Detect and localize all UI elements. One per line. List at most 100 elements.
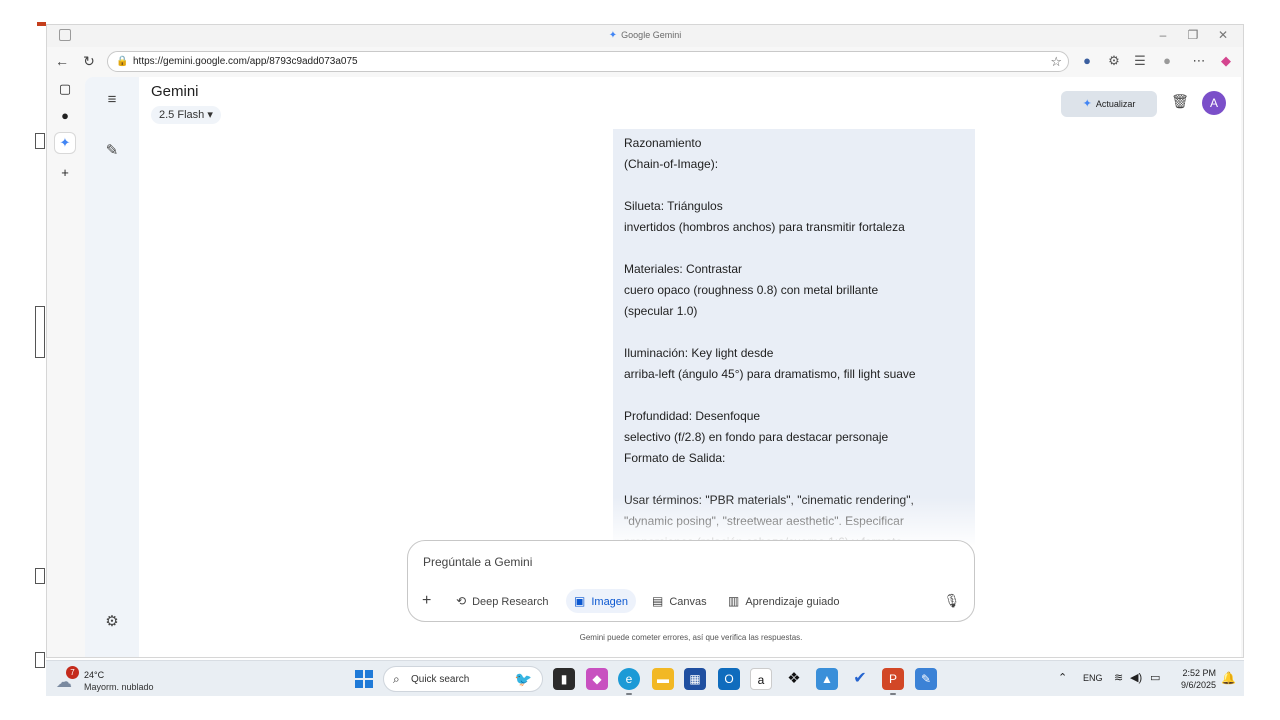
temperature: 24°C <box>84 670 105 680</box>
back-icon[interactable]: ← <box>53 53 71 69</box>
screen: ✦ Google Gemini – ❐ ✕ ← ↻ 🔒 https://gemin… <box>0 0 1280 720</box>
more-menu-icon[interactable]: ⋯ <box>1190 53 1208 69</box>
profile-icon[interactable]: ● <box>1158 53 1176 68</box>
gemini-app: ≡ ✎ ⚙ Gemini 2.5 Flash ▾ ✦ Actualizar 🗑 A… <box>85 77 1241 657</box>
response-line <box>624 175 969 196</box>
image-label: Imagen <box>591 596 629 608</box>
deep-research-button[interactable]: ⟲ Deep Research <box>456 589 549 613</box>
url-field[interactable]: 🔒 https://gemini.google.com/app/8793c9ad… <box>107 51 1069 72</box>
settings-icon[interactable]: ⚙ <box>101 611 123 633</box>
notification-bell-icon[interactable]: 🔔 <box>1221 671 1236 685</box>
favorite-star-icon[interactable]: ☆ <box>1050 54 1062 70</box>
copilot-app-icon[interactable]: ◆ <box>586 668 608 690</box>
response-line: cuero opaco (roughness 0.8) con metal br… <box>624 283 879 297</box>
taskbar-search[interactable]: ⌕ Quick search 🐦 <box>383 666 543 692</box>
response-line: (specular 1.0) <box>624 304 698 318</box>
start-button[interactable] <box>355 670 373 688</box>
openai-tab-icon[interactable]: ● <box>55 106 75 126</box>
response-line <box>624 469 969 490</box>
restore-icon[interactable]: ❐ <box>1185 28 1201 42</box>
chat-area: Gemini 2.5 Flash ▾ ✦ Actualizar 🗑 A Razon… <box>139 77 1241 657</box>
model-selector[interactable]: 2.5 Flash ▾ <box>151 106 221 124</box>
background-window-accent <box>37 22 46 26</box>
book-icon: ▥ <box>728 594 740 608</box>
background-window-edge <box>35 568 45 584</box>
title-bar: ✦ Google Gemini – ❐ ✕ <box>47 25 1243 47</box>
clock[interactable]: 2:52 PM 9/6/2025 <box>1181 667 1216 691</box>
weather-condition: Mayorm. nublado <box>84 682 154 692</box>
window-title-text: Google Gemini <box>621 30 682 40</box>
search-icon: ⌕ <box>393 672 400 686</box>
tab-actions-menu-icon[interactable]: ▢ <box>55 79 75 99</box>
background-window-strip <box>0 0 45 720</box>
search-highlight-icon: 🐦 <box>514 671 532 687</box>
response-line <box>624 385 969 406</box>
new-chat-icon[interactable]: ✎ <box>101 140 123 162</box>
add-file-button[interactable]: + <box>422 589 431 613</box>
extensions-icon[interactable]: ⚙ <box>1105 53 1123 69</box>
outlook-icon[interactable]: O <box>718 668 740 690</box>
search-label: Quick search <box>411 674 470 685</box>
response-line: invertidos (hombros anchos) para transmi… <box>624 220 905 234</box>
volume-icon[interactable]: ◀) <box>1130 671 1142 684</box>
app-sidebar: ≡ ✎ ⚙ <box>85 77 139 657</box>
microphone-icon[interactable]: 🎙 <box>943 589 960 613</box>
response-line: Iluminación: Key light desde <box>624 346 774 360</box>
close-icon[interactable]: ✕ <box>1215 28 1231 42</box>
guided-learning-button[interactable]: ▥ Aprendizaje guiado <box>728 589 840 613</box>
composer-toolbar: + ⟲ Deep Research ▣ Imagen ▤ Canvas ▥ Aprend… <box>408 589 974 613</box>
menu-icon[interactable]: ≡ <box>101 89 123 111</box>
background-window-edge <box>35 133 45 149</box>
response-line: Materiales: Contrastar <box>624 262 743 276</box>
background-window-edge <box>35 652 45 668</box>
response-line <box>624 322 969 343</box>
upgrade-button[interactable]: ✦ Actualizar <box>1061 91 1157 117</box>
response-line <box>624 238 969 259</box>
clock-time: 2:52 PM <box>1182 668 1216 678</box>
todo-icon[interactable]: ✔ <box>849 668 871 690</box>
minimize-icon[interactable]: – <box>1155 28 1171 42</box>
copilot-icon[interactable]: ◆ <box>1217 53 1235 69</box>
disclaimer: Gemini puede cometer errores, así que ve… <box>579 633 803 642</box>
dropbox-icon[interactable]: ❖ <box>783 668 805 690</box>
gemini-spark-icon: ✦ <box>608 30 618 41</box>
prompt-input[interactable]: Pregúntale a Gemini <box>423 555 532 569</box>
store-icon[interactable]: ▦ <box>684 668 706 690</box>
taskbar: ☁ 7 24°C Mayorm. nublado ⌕ Quick search … <box>46 660 1244 696</box>
canvas-icon: ▤ <box>652 594 664 608</box>
gemini-tab-icon[interactable]: ✦ <box>55 133 75 153</box>
site-info-icon[interactable]: 🔒 <box>116 56 128 67</box>
temporary-chat-icon[interactable]: 🗑 <box>1171 93 1189 110</box>
canvas-button[interactable]: ▤ Canvas <box>652 589 707 613</box>
deep-research-icon: ⟲ <box>456 594 467 608</box>
task-view-icon[interactable]: ▮ <box>553 668 575 690</box>
address-bar: ← ↻ 🔒 https://gemini.google.com/app/8793… <box>47 49 1243 75</box>
powerpoint-icon[interactable]: P <box>882 668 904 695</box>
photos-icon[interactable]: ▲ <box>816 668 838 690</box>
response-line: (Chain-of-Image): <box>624 157 719 171</box>
vertical-tab-bar: ▢ ● ✦ + <box>47 77 83 657</box>
extension-icon[interactable]: ● <box>1078 53 1096 68</box>
response-line: Razonamiento <box>624 136 702 150</box>
language-indicator[interactable]: ENG <box>1083 673 1103 683</box>
weather-badge: 7 <box>66 666 79 679</box>
guided-learning-label: Aprendizaje guiado <box>745 596 840 608</box>
amazon-icon[interactable]: a <box>750 668 772 690</box>
image-button[interactable]: ▣ Imagen <box>566 589 637 613</box>
file-explorer-icon[interactable]: ▬ <box>652 668 674 690</box>
browser-window: ✦ Google Gemini – ❐ ✕ ← ↻ 🔒 https://gemin… <box>46 24 1244 658</box>
paint-icon[interactable]: ✎ <box>915 668 937 690</box>
refresh-icon[interactable]: ↻ <box>80 53 98 70</box>
avatar[interactable]: A <box>1202 91 1226 115</box>
response-line: Profundidad: Desenfoque <box>624 409 761 423</box>
deep-research-label: Deep Research <box>472 596 549 608</box>
response-line: arriba-left (ángulo 45°) para dramatismo… <box>624 367 916 381</box>
clock-date: 9/6/2025 <box>1180 680 1216 690</box>
favorites-icon[interactable]: ☰ <box>1131 53 1149 69</box>
battery-icon[interactable]: ▭ <box>1150 671 1160 684</box>
response-text: Razonamiento (Chain-of-Image): Silueta: Tr… <box>624 133 969 545</box>
edge-icon[interactable]: e <box>618 668 640 695</box>
wifi-icon[interactable]: ≋ <box>1114 671 1123 684</box>
new-tab-icon[interactable]: + <box>55 163 75 183</box>
chevron-up-icon[interactable]: ⌃ <box>1058 671 1067 684</box>
